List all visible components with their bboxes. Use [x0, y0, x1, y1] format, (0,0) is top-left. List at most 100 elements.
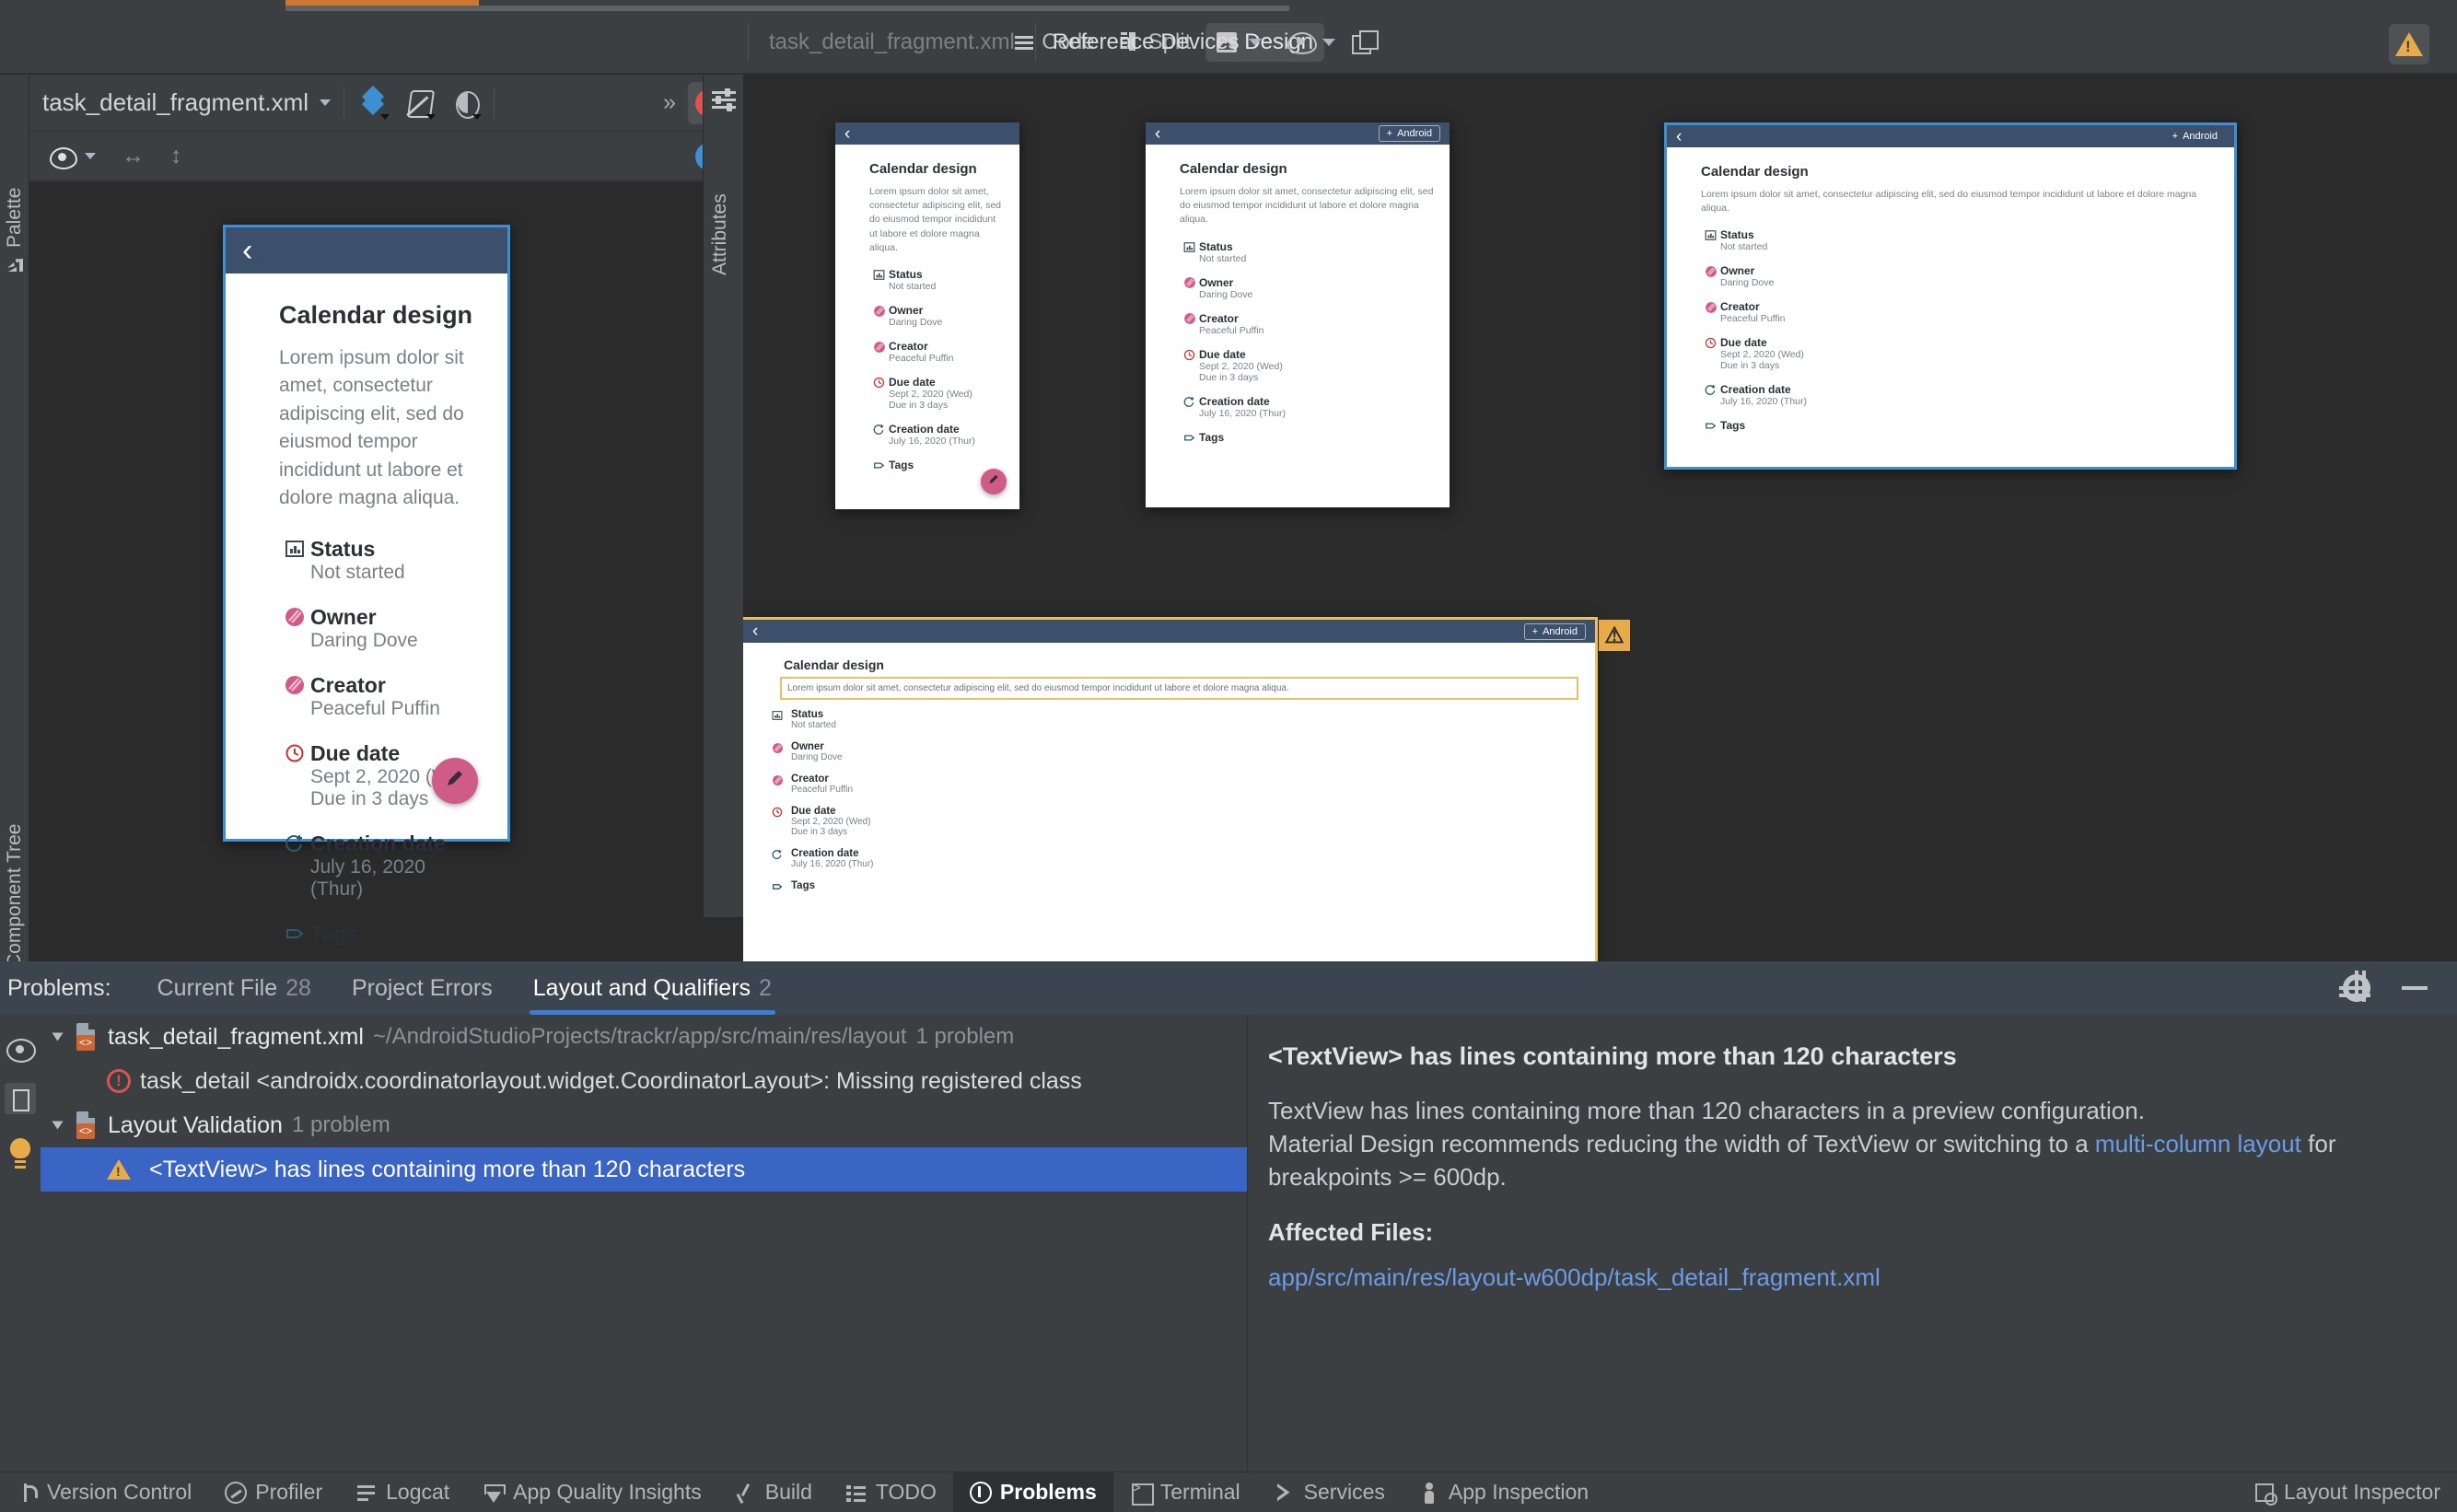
back-chevron-icon[interactable]: ‹	[752, 622, 758, 640]
eye-icon[interactable]	[6, 1035, 36, 1063]
tool-tab-app-quality-insights-label: App Quality Insights	[513, 1480, 702, 1504]
attributes-rail: Attributes	[703, 75, 743, 917]
tool-tab-terminal[interactable]: Terminal	[1113, 1472, 1257, 1512]
back-chevron-icon[interactable]: ‹	[242, 235, 252, 266]
problem-detail-title: <TextView> has lines containing more tha…	[1268, 1042, 1957, 1070]
sidebar-item-palette[interactable]: Palette	[0, 137, 29, 275]
tool-tab-layout-inspector[interactable]: Layout Inspector	[2237, 1472, 2457, 1512]
attributes-sliders-icon[interactable]	[710, 86, 738, 113]
problems-side-rail	[0, 1015, 41, 1492]
gear-icon[interactable]	[2339, 971, 2370, 1002]
field-value: July 16, 2020 (Thur)	[1720, 396, 1807, 408]
android-pill-button[interactable]: + Android	[1378, 125, 1440, 142]
gem-icon	[483, 1482, 507, 1504]
reference-devices-surface[interactable]: ‹ Calendar design Lorem ipsum dolor sit …	[743, 75, 2457, 961]
profiler-icon	[225, 1481, 248, 1504]
field-label: Status	[889, 268, 923, 282]
back-chevron-icon[interactable]: ‹	[1676, 128, 1682, 145]
android-pill-button[interactable]: + Android	[2165, 129, 2225, 144]
tablet-preview-1[interactable]: ‹ + Android Calendar design Lorem ipsum …	[1146, 122, 1450, 507]
field-value: Daring Dove	[791, 752, 843, 762]
tool-tab-app-inspection[interactable]: App Inspection	[1402, 1472, 1605, 1512]
layers-icon[interactable]	[357, 85, 390, 120]
back-chevron-icon[interactable]: ‹	[844, 125, 850, 143]
tree-node-error[interactable]: ! task_detail <androidx.coordinatorlayou…	[41, 1059, 1247, 1103]
tool-tab-services[interactable]: Services	[1257, 1472, 1402, 1512]
chevron-down-icon[interactable]	[320, 99, 332, 106]
affected-file-link[interactable]: app/src/main/res/layout-w600dp/task_deta…	[1268, 1263, 2422, 1292]
field-row-status: Status Not started	[1180, 240, 1435, 264]
clock-alert-icon	[1180, 348, 1199, 362]
field-value: Daring Dove	[310, 629, 418, 651]
tab-current-file[interactable]: Current File 28	[137, 961, 332, 1015]
lightbulb-icon[interactable]	[8, 1138, 32, 1169]
sidebar-item-component-tree[interactable]: Component Tree	[0, 747, 29, 995]
device-content: Calendar design Lorem ipsum dolor sit am…	[1667, 147, 2234, 467]
design-canvas[interactable]: ‹ Calendar design Lorem ipsum dolor sit …	[29, 181, 743, 1087]
tree-node-warning-selected[interactable]: <TextView> has lines containing more tha…	[41, 1147, 1247, 1192]
copy-configuration-icon[interactable]	[1351, 30, 1379, 54]
chevron-double-right-icon[interactable]: »	[663, 89, 688, 116]
chevron-down-icon[interactable]	[85, 153, 96, 159]
task-description-warned[interactable]: Lorem ipsum dolor sit amet, consectetur …	[780, 677, 1578, 700]
owner-avatar-icon	[763, 741, 791, 754]
tool-tab-app-quality-insights[interactable]: App Quality Insights	[466, 1472, 718, 1512]
sidebar-item-component-tree-label: Component Tree	[4, 823, 25, 968]
branch-icon	[17, 1482, 39, 1504]
tree-node-layout-validation[interactable]: <> Layout Validation 1 problem	[41, 1103, 1247, 1147]
chevron-down-icon[interactable]	[1322, 39, 1335, 46]
phone-preview-1[interactable]: ‹ Calendar design Lorem ipsum dolor sit …	[835, 122, 1019, 509]
creator-avatar-icon	[869, 340, 889, 354]
tool-tab-profiler-label: Profiler	[255, 1480, 323, 1504]
tab-layout-and-qualifiers-count: 2	[759, 974, 772, 1001]
plus-icon: +	[2172, 131, 2179, 142]
selected-phone-preview[interactable]: ‹ Calendar design Lorem ipsum dolor sit …	[223, 225, 510, 946]
panel-layout-icon[interactable]	[5, 1083, 36, 1114]
layout-inspector-icon	[2253, 1482, 2277, 1506]
page-title: Calendar design	[869, 161, 977, 177]
minimize-icon[interactable]	[2402, 986, 2428, 990]
tool-tab-problems-label: Problems	[999, 1480, 1097, 1504]
edit-fab[interactable]	[981, 469, 1007, 494]
device-app-bar: ‹ + Android	[743, 620, 1595, 643]
tool-tab-build[interactable]: Build	[718, 1472, 829, 1512]
problem-detail-pane: <TextView> has lines containing more tha…	[1247, 1015, 2457, 1492]
sidebar-item-attributes[interactable]: Attributes	[709, 128, 739, 275]
tool-tab-profiler[interactable]: Profiler	[208, 1472, 339, 1512]
blueprint-icon[interactable]	[405, 88, 437, 120]
todo-list-icon	[845, 1482, 868, 1504]
chevron-down-icon[interactable]	[52, 1032, 64, 1041]
tablet-preview-2[interactable]: ‹ + Android Calendar design Lorem ipsum …	[1664, 122, 2237, 470]
tree-node-group-name: Layout Validation	[108, 1111, 283, 1138]
reference-devices-dropdown[interactable]: Reference Devices	[1036, 29, 1278, 55]
vertical-resize-icon[interactable]: ↕	[170, 143, 182, 169]
tool-tab-problems[interactable]: Problems	[952, 1471, 1113, 1512]
field-row-owner: Owner Daring Dove	[1180, 276, 1435, 300]
problems-tree[interactable]: <> task_detail_fragment.xml ~/AndroidStu…	[41, 1015, 1247, 1492]
status-bars-icon	[763, 709, 791, 722]
warned-preview[interactable]: ‹ + Android Calendar design Lorem ipsum …	[743, 617, 1630, 961]
android-pill-label: Android	[1543, 625, 1578, 637]
android-pill-button[interactable]: + Android	[1523, 622, 1586, 640]
device-app-bar: ‹ + Android	[1667, 125, 2234, 147]
theme-contrast-icon[interactable]	[451, 88, 483, 120]
horizontal-resize-icon[interactable]: ↔	[122, 143, 145, 169]
edit-fab[interactable]	[432, 758, 478, 804]
tab-project-errors[interactable]: Project Errors	[332, 961, 513, 1015]
tree-node-file[interactable]: <> task_detail_fragment.xml ~/AndroidStu…	[41, 1015, 1247, 1059]
tab-layout-and-qualifiers[interactable]: Layout and Qualifiers 2	[513, 961, 792, 1015]
tool-tab-logcat[interactable]: Logcat	[339, 1472, 466, 1512]
tool-tab-todo[interactable]: TODO	[829, 1472, 953, 1512]
field-value: July 16, 2020 (Thur)	[791, 859, 874, 869]
creator-avatar-icon	[1701, 300, 1720, 314]
tool-tab-version-control[interactable]: Version Control	[0, 1472, 208, 1512]
eye-icon[interactable]	[50, 144, 77, 169]
eye-icon[interactable]	[1287, 32, 1317, 54]
chevron-down-icon[interactable]	[52, 1121, 64, 1130]
warning-status-button[interactable]	[2389, 24, 2429, 64]
tab-project-errors-label: Project Errors	[351, 974, 493, 1001]
field-label: Tags	[791, 880, 815, 891]
back-chevron-icon[interactable]: ‹	[1155, 125, 1160, 143]
preview-warning-badge[interactable]: ⚠	[1599, 620, 1630, 651]
multi-column-layout-link[interactable]: multi-column layout	[2095, 1130, 2301, 1157]
